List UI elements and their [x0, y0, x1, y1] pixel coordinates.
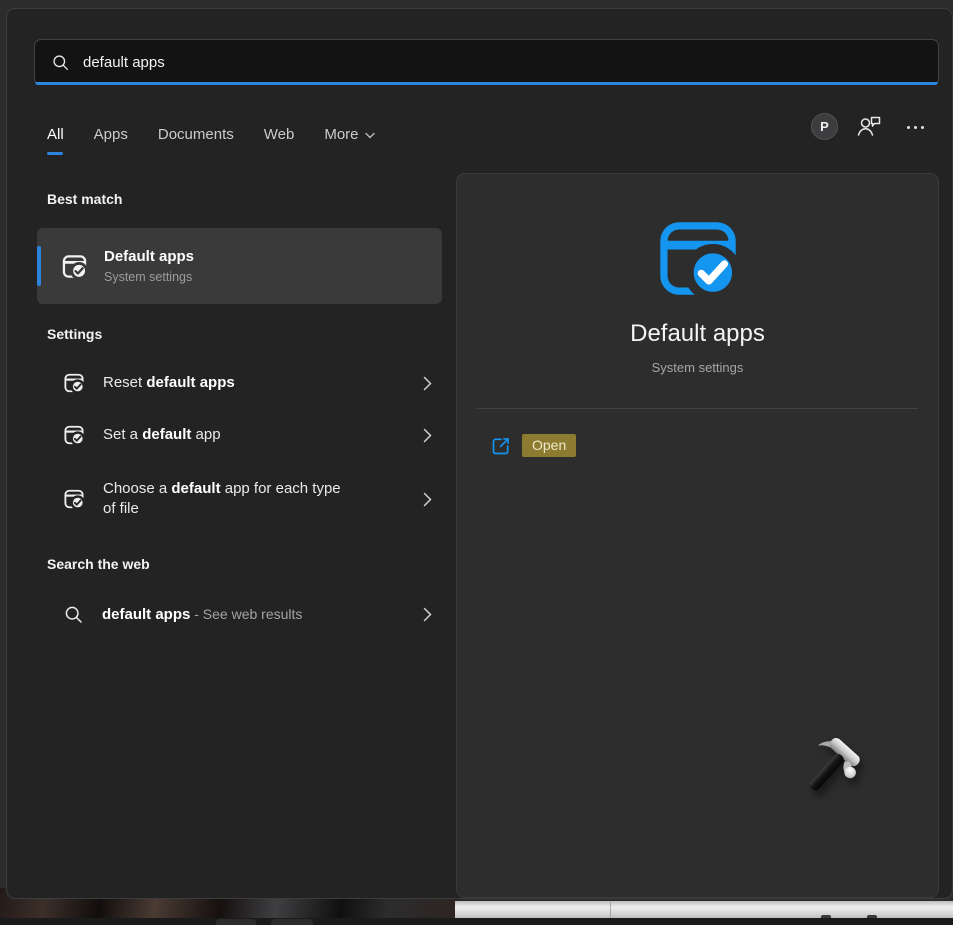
background-window-bar: [455, 901, 953, 918]
default-apps-icon: [61, 253, 88, 280]
best-match-header: Best match: [47, 191, 122, 207]
more-options-button[interactable]: [898, 115, 932, 139]
taskbar-button-top: [271, 919, 313, 925]
taskbar-button-top: [216, 919, 256, 925]
default-apps-icon: [63, 372, 85, 394]
settings-result-choose-default-app-per-file-type[interactable]: Choose a default app for each type of fi…: [34, 467, 446, 531]
open-button[interactable]: Open: [491, 434, 576, 457]
search-web-section-header: Search the web: [47, 556, 150, 572]
tab-documents[interactable]: Documents: [158, 126, 234, 143]
ellipsis-icon: [921, 126, 924, 129]
result-label: Reset default apps: [103, 373, 355, 393]
web-search-result[interactable]: default apps - See web results: [34, 591, 446, 637]
preview-title: Default apps: [457, 320, 938, 348]
settings-section-header: Settings: [47, 326, 102, 342]
default-apps-icon: [63, 424, 85, 446]
settings-result-reset-default-apps[interactable]: Reset default apps: [34, 361, 446, 405]
preview-pane: Default apps System settings Open: [456, 173, 939, 898]
settings-result-set-a-default-app[interactable]: Set a default app: [34, 413, 446, 457]
chevron-right-icon: [423, 428, 432, 443]
hammer-cursor-image: [785, 734, 877, 826]
open-button-label: Open: [522, 434, 576, 457]
chevron-right-icon: [423, 607, 432, 622]
search-input[interactable]: [83, 54, 922, 71]
result-subtitle: System settings: [104, 270, 194, 284]
search-icon: [51, 53, 70, 72]
ellipsis-icon: [907, 126, 910, 129]
default-apps-icon: [63, 488, 85, 510]
search-box[interactable]: [34, 39, 939, 85]
tab-apps[interactable]: Apps: [94, 126, 128, 143]
chevron-down-icon: [365, 126, 375, 143]
ellipsis-icon: [914, 126, 917, 129]
selection-accent-bar: [37, 246, 41, 286]
tab-more-label: More: [324, 126, 358, 143]
result-label: default apps - See web results: [102, 604, 354, 625]
default-apps-icon-large: [654, 215, 741, 302]
results-list: Best match Default apps System settings …: [34, 179, 446, 649]
result-label: Set a default app: [103, 425, 355, 445]
search-icon: [63, 604, 84, 625]
preview-divider: [477, 408, 918, 409]
tab-all[interactable]: All: [47, 126, 64, 143]
open-external-icon: [491, 436, 511, 456]
search-filter-tabs: All Apps Documents Web More: [47, 119, 375, 149]
tab-more[interactable]: More: [324, 126, 374, 143]
result-label: Choose a default app for each type of fi…: [103, 479, 355, 519]
tab-web[interactable]: Web: [264, 126, 295, 143]
avatar[interactable]: P: [811, 113, 838, 140]
chevron-right-icon: [423, 492, 432, 507]
result-title: Default apps: [104, 248, 194, 265]
preview-subtitle: System settings: [457, 360, 938, 375]
taskbar-strip: [0, 918, 953, 925]
background-window-divider: [610, 901, 611, 918]
search-flyout-panel: All Apps Documents Web More P Best match…: [6, 8, 953, 899]
feedback-icon[interactable]: [854, 112, 884, 142]
chevron-right-icon: [423, 376, 432, 391]
best-match-result[interactable]: Default apps System settings: [37, 228, 442, 304]
